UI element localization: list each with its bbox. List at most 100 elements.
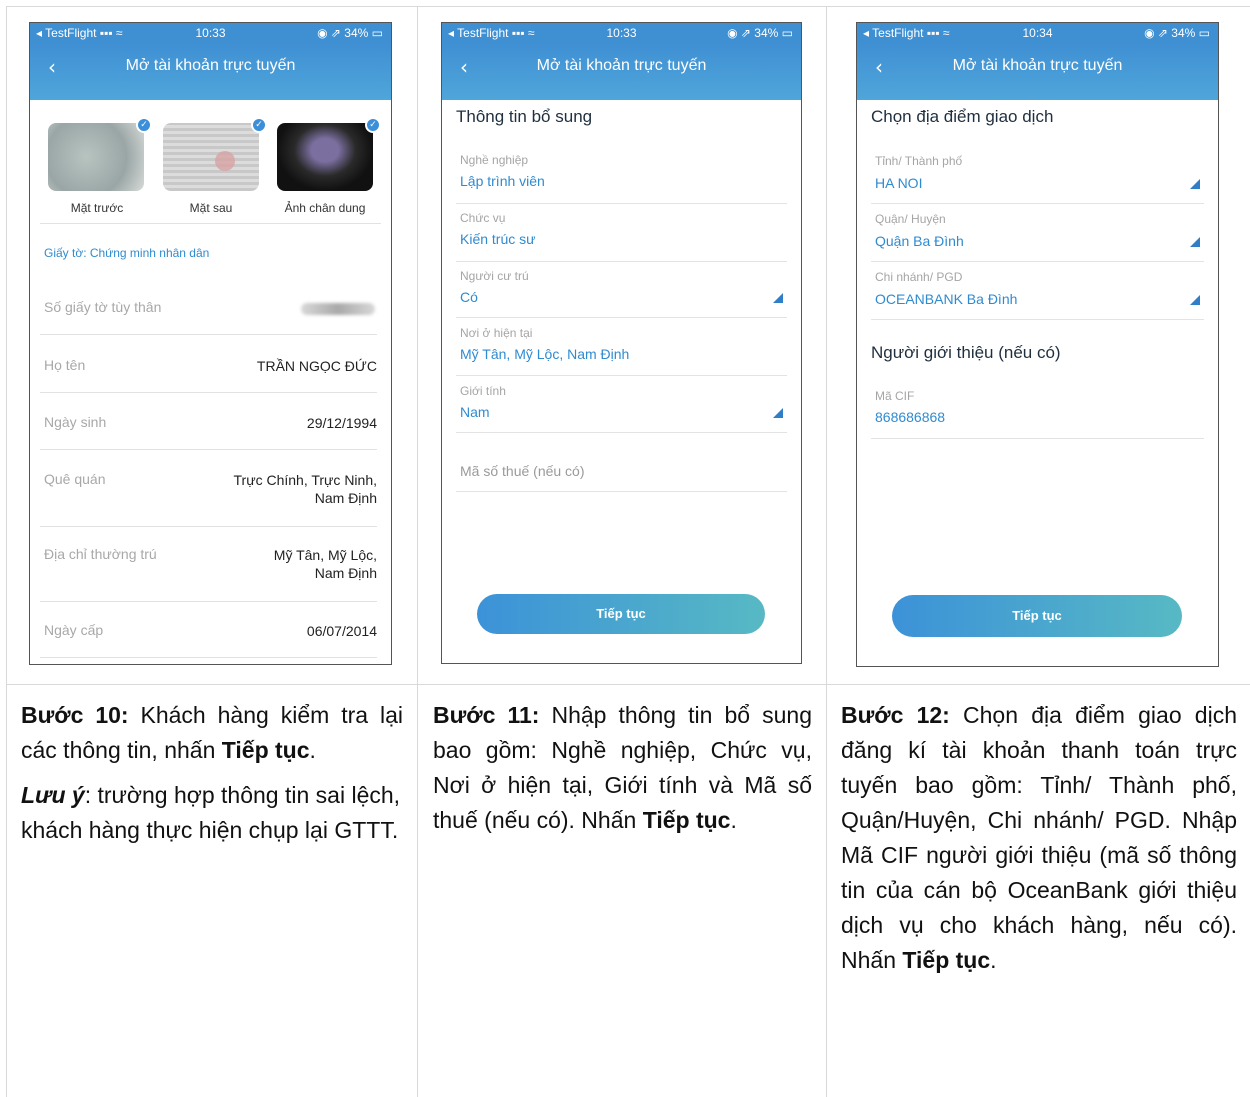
position-value: Kiến trúc sư: [460, 231, 536, 247]
continue-button[interactable]: Tiếp tục: [477, 594, 765, 634]
gender-label: Giới tính: [460, 384, 506, 398]
photo-label-portrait: Ảnh chân dung: [284, 201, 366, 215]
position-label: Chức vụ: [460, 211, 506, 225]
divider: [871, 203, 1204, 204]
divider: [40, 657, 377, 658]
status-battery: ◉ ⇗ 34% ▭: [317, 26, 383, 40]
dob-value: 29/12/1994: [306, 415, 377, 431]
check-icon: ✓: [136, 117, 152, 133]
phone-screen-additional-info: ◂ TestFlight ▪▪▪ ≈ 10:33 ◉ ⇗ 34% ▭ ‹ Mở …: [441, 22, 802, 664]
divider: [40, 526, 377, 527]
divider: [40, 392, 377, 393]
page-title: Mở tài khoản trực tuyến: [125, 57, 296, 74]
section-title: Thông tin bổ sung: [456, 107, 593, 126]
photo-label-front: Mặt trước: [70, 201, 124, 215]
fullname-value: TRẦN NGỌC ĐỨC: [256, 358, 377, 374]
divider: [40, 449, 377, 450]
check-icon: ✓: [251, 117, 267, 133]
photo-label-back: Mặt sau: [189, 201, 233, 215]
step-end: .: [309, 737, 316, 763]
branch-value: OCEANBANK Ba Đình: [875, 291, 1018, 307]
page-title: Mở tài khoản trực tuyến: [536, 57, 707, 74]
step-label: Bước 11:: [433, 702, 540, 728]
table-border: [6, 684, 1250, 685]
id-number-label: Số giấy tờ tùy thân: [44, 299, 162, 315]
divider: [871, 319, 1204, 320]
app-bar: ‹ Mở tài khoản trực tuyến: [857, 43, 1218, 100]
dropdown-triangle-icon: [773, 293, 783, 303]
stamp-mark: [215, 151, 235, 171]
divider: [456, 491, 787, 492]
occupation-label: Nghề nghiệp: [460, 153, 529, 167]
id-number-value-blurred: [301, 303, 375, 315]
address-label: Địa chỉ thường trú: [44, 546, 157, 562]
tax-code-input[interactable]: Mã số thuế (nếu có): [460, 463, 585, 479]
check-icon: ✓: [365, 117, 381, 133]
status-bar: ◂ TestFlight ▪▪▪ ≈ 10:34 ◉ ⇗ 34% ▭: [857, 23, 1218, 43]
step-action: Tiếp tục: [902, 947, 991, 973]
table-border: [6, 6, 7, 1097]
divider: [871, 261, 1204, 262]
step-end: .: [730, 807, 737, 833]
divider: [40, 223, 381, 224]
fullname-label: Họ tên: [44, 357, 86, 373]
divider: [456, 261, 787, 262]
status-bar: ◂ TestFlight ▪▪▪ ≈ 10:33 ◉ ⇗ 34% ▭: [442, 23, 801, 43]
current-address-label: Nơi ở hiện tại: [460, 326, 533, 340]
photo-thumbnails: ✓ ✓ ✓ Mặt trước Mặt sau Ảnh chân dung: [48, 117, 381, 215]
hometown-value: Trực Chính, Trực Ninh, Nam Định: [233, 472, 377, 506]
step-10-description: Bước 10: Khách hàng kiểm tra lại các thô…: [21, 698, 403, 858]
note-label: Lưu ý: [21, 782, 85, 808]
status-battery: ◉ ⇗ 34% ▭: [1144, 26, 1210, 40]
branch-label: Chi nhánh/ PGD: [875, 270, 963, 284]
divider: [40, 601, 377, 602]
front-id-photo[interactable]: ✓: [48, 117, 152, 191]
dob-label: Ngày sinh: [44, 414, 107, 430]
district-value: Quận Ba Đình: [875, 233, 964, 249]
section-title: Chọn địa điểm giao dịch: [871, 107, 1054, 126]
status-battery: ◉ ⇗ 34% ▭: [727, 26, 793, 40]
dropdown-triangle-icon: [1190, 237, 1200, 247]
dropdown-triangle-icon: [1190, 295, 1200, 305]
current-address-value: Mỹ Tân, Mỹ Lộc, Nam Định: [460, 346, 630, 362]
portrait-photo[interactable]: ✓: [277, 117, 381, 191]
phone-screen-review: ◂ TestFlight ▪▪▪ ≈ 10:33 ◉ ⇗ 34% ▭ ‹ Mở …: [29, 22, 392, 665]
step-action: Tiếp tục: [221, 737, 310, 763]
cif-label: Mã CIF: [875, 389, 915, 403]
continue-button[interactable]: Tiếp tục: [892, 595, 1182, 637]
step-11-description: Bước 11: Nhập thông tin bổ sung bao gồm:…: [433, 698, 812, 848]
resident-value: Có: [460, 289, 478, 305]
status-bar: ◂ TestFlight ▪▪▪ ≈ 10:33 ◉ ⇗ 34% ▭: [30, 23, 391, 43]
divider: [40, 334, 377, 335]
document-type: Giấy tờ: Chứng minh nhân dân: [44, 246, 210, 260]
dropdown-triangle-icon: [773, 408, 783, 418]
occupation-value: Lập trình viên: [460, 173, 545, 189]
resident-label: Người cư trú: [460, 269, 529, 283]
issue-date-value: 06/07/2014: [306, 623, 377, 639]
step-text: Chọn địa điểm giao dịch đăng kí tài khoả…: [841, 702, 1237, 973]
step-action: Tiếp tục: [642, 807, 731, 833]
divider: [456, 432, 787, 433]
district-label: Quận/ Huyện: [875, 212, 946, 226]
app-bar: ‹ Mở tài khoản trực tuyến: [442, 43, 801, 100]
table-border: [417, 6, 418, 1097]
step-label: Bước 10:: [21, 702, 129, 728]
back-id-photo[interactable]: ✓: [163, 117, 267, 191]
step-end: .: [990, 947, 997, 973]
referrer-section-title: Người giới thiệu (nếu có): [871, 343, 1061, 362]
step-12-description: Bước 12: Chọn địa điểm giao dịch đăng kí…: [841, 698, 1237, 988]
issue-date-label: Ngày cấp: [44, 622, 104, 638]
address-value: Mỹ Tân, Mỹ Lộc, Nam Định: [273, 547, 377, 581]
gender-value: Nam: [460, 404, 490, 420]
table-border: [6, 6, 1250, 7]
dropdown-triangle-icon: [1190, 179, 1200, 189]
hometown-label: Quê quán: [44, 471, 106, 487]
province-label: Tỉnh/ Thành phố: [875, 154, 963, 168]
divider: [456, 375, 787, 376]
divider: [871, 438, 1204, 439]
divider: [456, 317, 787, 318]
province-value: HA NOI: [875, 175, 923, 191]
table-border: [826, 6, 827, 1097]
step-label: Bước 12:: [841, 702, 950, 728]
cif-value: 868686868: [875, 409, 946, 425]
